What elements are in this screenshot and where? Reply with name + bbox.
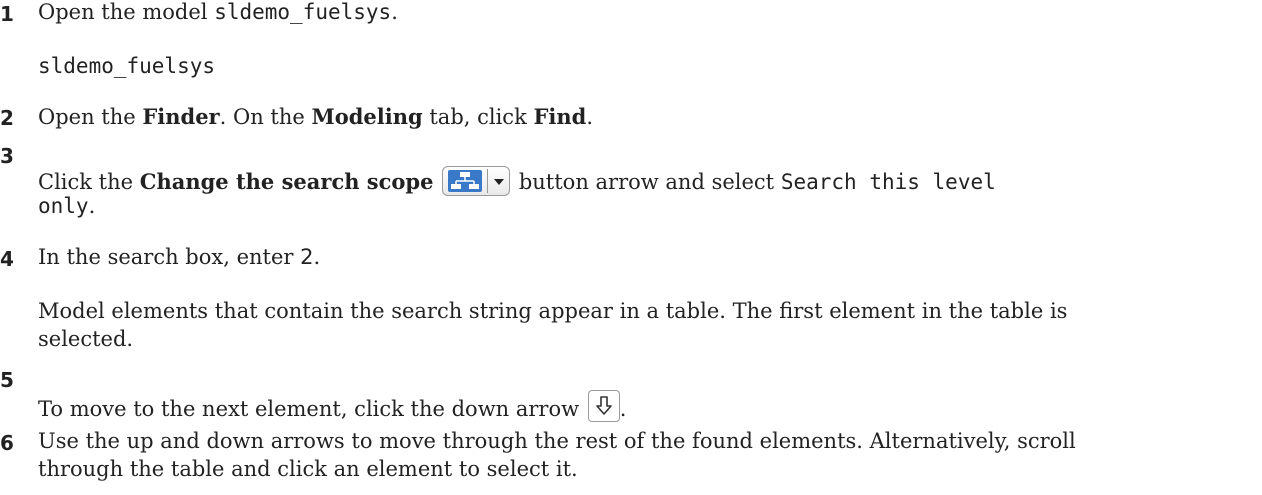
step-3-text-cont: only. <box>38 194 95 218</box>
step-5-t1: To move to the next element, click the d… <box>38 397 586 421</box>
step-5-number: 5 <box>0 368 14 392</box>
step-5-t2: . <box>619 397 627 421</box>
search-value: 2 <box>300 245 314 269</box>
down-arrow-button[interactable] <box>587 390 620 422</box>
modeling-tab-label: Modeling <box>311 104 423 129</box>
step-4-text: In the search box, enter 2. <box>38 245 320 269</box>
change-search-scope-button[interactable] <box>442 166 511 196</box>
step-4-t2: . <box>313 245 321 269</box>
search-scope-icon <box>448 170 483 192</box>
step-2-t4: . <box>586 105 594 129</box>
step-2-t3: tab, click <box>422 105 534 129</box>
step-1-number: 1 <box>0 2 14 26</box>
step-3-t3: . <box>88 194 96 218</box>
step-6-line1: Use the up and down arrows to move throu… <box>38 429 1076 453</box>
step-4-para-line2: selected. <box>38 327 134 351</box>
change-search-scope-label: Change the search scope <box>139 169 434 194</box>
step-1-code-block: sldemo_fuelsys <box>38 54 216 78</box>
step-1-pre: Open the model <box>38 0 215 24</box>
step-1-text: Open the model sldemo_fuelsys. <box>38 0 398 24</box>
search-this-level-option: Search this level <box>780 170 996 194</box>
chevron-down-icon[interactable] <box>492 170 506 192</box>
find-label: Find <box>533 104 587 129</box>
step-4-para-line1: Model elements that contain the search s… <box>38 299 1068 323</box>
step-6-number: 6 <box>0 431 14 455</box>
step-4-t1: In the search box, enter <box>38 245 301 269</box>
step-2-text: Open the Finder. On the Modeling tab, cl… <box>38 104 593 129</box>
step-1-model-name: sldemo_fuelsys <box>214 0 392 24</box>
step-2-t2: . On the <box>219 105 312 129</box>
step-5-text: To move to the next element, click the d… <box>38 390 626 422</box>
step-3-t2: button arrow and select <box>512 170 781 194</box>
search-this-level-option-cont: only <box>38 194 89 218</box>
finder-label: Finder <box>142 104 220 129</box>
step-3-text: Click the Change the search scope button… <box>38 166 996 196</box>
step-4-number: 4 <box>0 247 14 271</box>
step-6-line2: through the table and click an element t… <box>38 457 578 481</box>
step-3-number: 3 <box>0 144 14 168</box>
step-2-t1: Open the <box>38 105 143 129</box>
step-3-t1: Click the <box>38 170 140 194</box>
step-1-post: . <box>391 0 398 24</box>
step-2-number: 2 <box>0 106 14 130</box>
arrow-down-icon <box>595 396 612 415</box>
